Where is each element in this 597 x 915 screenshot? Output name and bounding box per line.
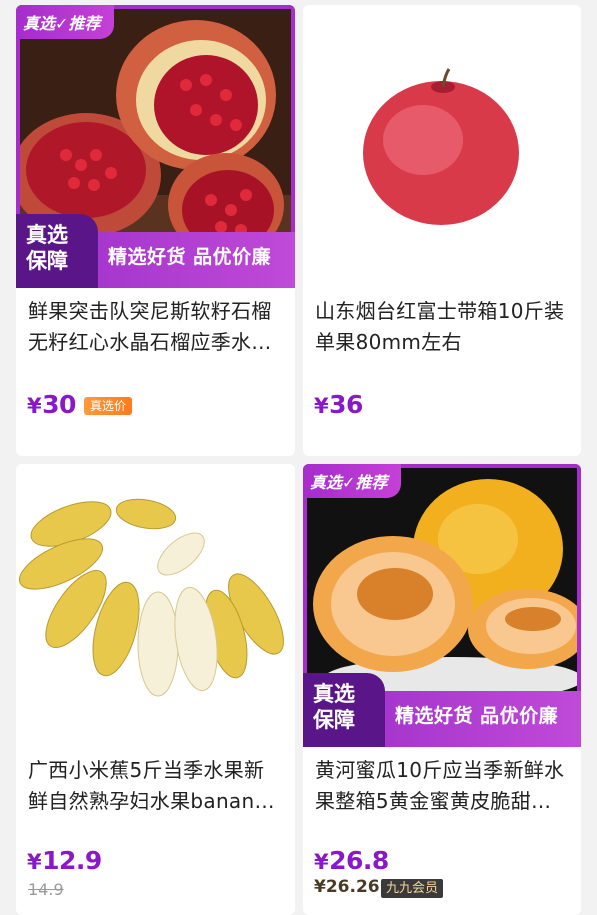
promo-top-label: 真选✓推荐 [16, 5, 114, 39]
promo-bottom-banner: 真选 保障 精选好货 品优价廉 [303, 673, 581, 747]
product-image-banana[interactable] [16, 464, 295, 747]
product-grid: 真选✓推荐 真选 保障 精选好货 品优价廉 鲜果突击队突尼斯软籽石榴无籽红心水晶石… [0, 0, 597, 915]
apple-illustration [303, 5, 581, 288]
product-card-pomegranate[interactable]: 真选✓推荐 真选 保障 精选好货 品优价廉 鲜果突击队突尼斯软籽石榴无籽红心水晶石… [16, 5, 295, 456]
product-title[interactable]: 鲜果突击队突尼斯软籽石榴无籽红心水晶石榴应季水… [28, 296, 283, 358]
currency-symbol: ¥ [314, 394, 329, 418]
product-title[interactable]: 黄河蜜瓜10斤应当季新鲜水果整箱5黄金蜜黄皮脆甜… [315, 755, 569, 817]
product-price: ¥26.8 [314, 846, 389, 875]
price-value: 36 [329, 390, 363, 419]
product-price: ¥30 [27, 390, 76, 419]
currency-symbol: ¥ [314, 850, 329, 874]
member-badge: 九九会员 [381, 879, 444, 898]
promo-bottom-banner: 真选 保障 精选好货 品优价廉 [16, 214, 295, 288]
price-tag-badge: 真选价 [84, 397, 133, 415]
price-value: 12.9 [42, 846, 102, 875]
product-price: ¥36 [314, 390, 363, 419]
product-image-pomegranate[interactable]: 真选✓推荐 真选 保障 精选好货 品优价廉 [16, 5, 295, 288]
promo-slogan: 精选好货 品优价廉 [108, 246, 272, 268]
currency-symbol: ¥ [27, 850, 42, 874]
product-card-melon[interactable]: 真选✓推荐 真选 保障 精选好货 品优价廉 黄河蜜瓜10斤应当季新鲜水果整箱5黄金… [303, 464, 581, 915]
product-image-apple[interactable] [303, 5, 581, 288]
price-value: 30 [42, 390, 76, 419]
original-price: 14.9 [28, 880, 64, 899]
product-card-banana[interactable]: 广西小米蕉5斤当季水果新鲜自然熟孕妇水果banan… ¥12.9 14.9 [16, 464, 295, 915]
product-card-apple[interactable]: 山东烟台红富士带箱10斤装单果80mm左右 ¥36 [303, 5, 581, 456]
product-price: ¥12.9 [27, 846, 102, 875]
currency-symbol: ¥ [27, 394, 42, 418]
promo-top-text: 真选✓推荐 [310, 473, 388, 492]
banana-illustration [16, 464, 295, 747]
product-title[interactable]: 广西小米蕉5斤当季水果新鲜自然熟孕妇水果banan… [28, 755, 283, 817]
promo-badge: 真选 保障 [303, 673, 385, 747]
member-price: ¥26.26 [314, 877, 380, 897]
promo-slogan: 精选好货 品优价廉 [395, 705, 559, 727]
price-value: 26.8 [329, 846, 389, 875]
promo-badge: 真选 保障 [16, 214, 98, 288]
promo-top-label: 真选✓推荐 [303, 464, 401, 498]
product-image-melon[interactable]: 真选✓推荐 真选 保障 精选好货 品优价廉 [303, 464, 581, 747]
product-title[interactable]: 山东烟台红富士带箱10斤装单果80mm左右 [315, 296, 569, 358]
promo-top-text: 真选✓推荐 [23, 14, 101, 33]
